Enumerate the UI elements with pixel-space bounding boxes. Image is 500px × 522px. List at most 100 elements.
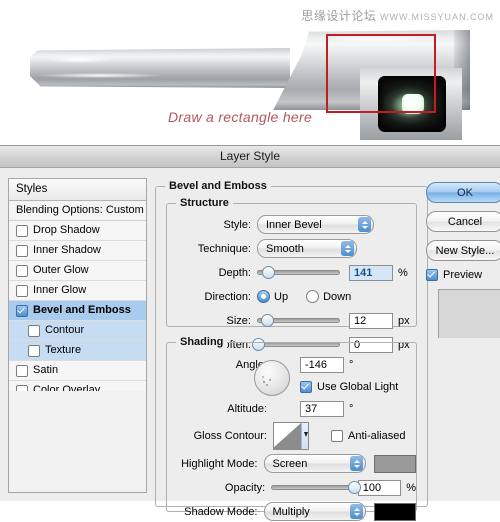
opacity-input[interactable]: 100 (357, 479, 402, 496)
layer-style-dialog: Layer Style Styles Blending Options: Cus… (0, 145, 500, 521)
structure-title: Structure (176, 197, 233, 209)
styles-list-item-label: Inner Shadow (33, 244, 101, 256)
angle-dial[interactable] (254, 360, 290, 396)
shadow-mode-select[interactable]: Multiply (263, 502, 366, 521)
bevel-emboss-group: Bevel and Emboss Structure Style: Inner … (155, 180, 428, 521)
technique-select-value: Smooth (266, 242, 304, 255)
styles-list-item[interactable]: Outer Glow (9, 261, 146, 281)
gloss-contour-row: Gloss Contour: Anti-aliased (167, 422, 416, 450)
direction-down-radio[interactable] (306, 290, 320, 303)
style-label: Style: (223, 218, 251, 231)
altitude-input[interactable]: 37 (300, 400, 344, 417)
styles-panel: Styles Blending Options: Custom Drop Sha… (8, 178, 147, 493)
screenshot-root: 思缘设计论坛 WWW.MISSYUAN.COM Draw a rectangle… (0, 0, 500, 521)
cancel-button[interactable]: Cancel (426, 211, 500, 232)
highlight-color-swatch[interactable] (374, 454, 416, 473)
styles-list-item-label: Inner Glow (33, 284, 87, 296)
direction-up-radio[interactable] (257, 290, 270, 303)
chevron-updown-icon[interactable] (341, 241, 354, 256)
dialog-buttons: OK Cancel New Style... Preview (426, 182, 500, 338)
options-panel: Bevel and Emboss Structure Style: Inner … (155, 178, 428, 521)
direction-up-label: Up (274, 290, 289, 303)
global-light-row: Use Global Light (167, 378, 416, 395)
styles-list-item[interactable]: Inner Shadow (9, 241, 146, 261)
technique-label: Technique: (197, 242, 251, 255)
shadow-mode-row: Shadow Mode: Multiply (167, 501, 416, 522)
highlight-mode-value: Screen (272, 457, 308, 470)
use-global-light-label: Use Global Light (317, 380, 399, 393)
styles-list-item-checkbox[interactable] (16, 244, 28, 257)
highlight-mode-select[interactable]: Screen (263, 454, 366, 473)
styles-list-item-checkbox[interactable] (16, 304, 28, 317)
styles-list-item[interactable]: Inner Glow (9, 281, 146, 301)
gloss-contour-preview[interactable] (273, 422, 309, 450)
size-slider[interactable] (257, 314, 340, 328)
styles-list-item[interactable]: Satin (9, 361, 146, 381)
styles-list-item-checkbox[interactable] (16, 224, 28, 237)
watermark-cn: 思缘设计论坛 (301, 9, 377, 23)
depth-slider-knob[interactable] (261, 266, 275, 279)
shadow-color-swatch[interactable] (374, 502, 416, 521)
gloss-contour-dropdown-arrow-icon[interactable] (301, 423, 308, 449)
dialog-body: Styles Blending Options: Custom Drop Sha… (0, 168, 500, 521)
direction-label: Direction: (204, 290, 251, 303)
styles-list-item-checkbox[interactable] (28, 344, 40, 357)
chevron-updown-icon[interactable] (350, 504, 363, 519)
gloss-contour-curve-icon (274, 423, 303, 449)
use-global-light-checkbox[interactable] (300, 380, 312, 393)
altitude-label: Altitude: (227, 402, 267, 415)
size-input[interactable]: 12 (349, 312, 393, 329)
opacity-slider[interactable] (271, 481, 361, 495)
preview-thumbnail (438, 289, 500, 338)
canvas-image-area: 思缘设计论坛 WWW.MISSYUAN.COM Draw a rectangle… (0, 0, 500, 145)
style-row: Style: Inner Bevel (167, 214, 416, 235)
styles-list-item-label: Drop Shadow (33, 224, 100, 236)
opacity-slider-knob[interactable] (347, 481, 361, 494)
styles-list-item-checkbox[interactable] (28, 324, 40, 337)
styles-list-item[interactable]: Bevel and Emboss (9, 301, 146, 321)
anti-aliased-checkbox[interactable] (331, 430, 343, 442)
size-slider-knob[interactable] (261, 314, 275, 327)
technique-row: Technique: Smooth (167, 238, 416, 259)
chevron-updown-icon[interactable] (350, 456, 363, 471)
angle-unit: ° (349, 358, 354, 371)
technique-select[interactable]: Smooth (257, 239, 357, 258)
opacity-row: Opacity: 100 % (167, 477, 416, 498)
opacity-label: Opacity: (224, 481, 266, 494)
new-style-button[interactable]: New Style... (426, 240, 500, 261)
depth-slider[interactable] (257, 266, 340, 280)
anti-aliased-label: Anti-aliased (348, 430, 406, 442)
styles-list-item-checkbox[interactable] (16, 264, 28, 277)
style-select[interactable]: Inner Bevel (257, 215, 374, 234)
ok-button[interactable]: OK (426, 182, 500, 203)
styles-list-item-label: Satin (33, 364, 59, 376)
styles-list-item[interactable]: Drop Shadow (9, 221, 146, 241)
styles-list-item[interactable]: Texture (9, 341, 146, 361)
size-unit: px (398, 314, 410, 327)
opacity-unit: % (406, 481, 416, 494)
angle-row: Angle: -146 ° (167, 354, 416, 375)
styles-list-item-label: Outer Glow (33, 264, 89, 276)
red-selection-rectangle (326, 34, 436, 113)
chevron-updown-icon[interactable] (358, 217, 371, 232)
styles-list-item-checkbox[interactable] (16, 364, 28, 377)
styles-panel-empty-area (9, 391, 146, 492)
direction-down-label: Down (323, 290, 352, 303)
depth-input[interactable]: 141 (349, 264, 393, 281)
watermark: 思缘设计论坛 WWW.MISSYUAN.COM (301, 7, 494, 24)
blending-options-row[interactable]: Blending Options: Custom (9, 201, 146, 221)
styles-list-item-checkbox[interactable] (16, 284, 28, 297)
preview-label: Preview (443, 269, 483, 281)
styles-list-item[interactable]: Contour (9, 321, 146, 341)
styles-list-item-label: Contour (45, 324, 85, 336)
highlight-mode-row: Highlight Mode: Screen (167, 453, 416, 474)
opacity-slider-track (271, 485, 353, 490)
altitude-unit: ° (349, 402, 354, 415)
watermark-url: WWW.MISSYUAN.COM (380, 12, 494, 22)
highlight-mode-label: Highlight Mode: (181, 457, 258, 470)
size-row: Size: 12 px (167, 310, 416, 331)
preview-checkbox[interactable] (426, 269, 438, 281)
depth-unit: % (398, 266, 408, 279)
angle-input[interactable]: -146 (300, 356, 344, 373)
dialog-titlebar[interactable]: Layer Style (0, 146, 500, 168)
